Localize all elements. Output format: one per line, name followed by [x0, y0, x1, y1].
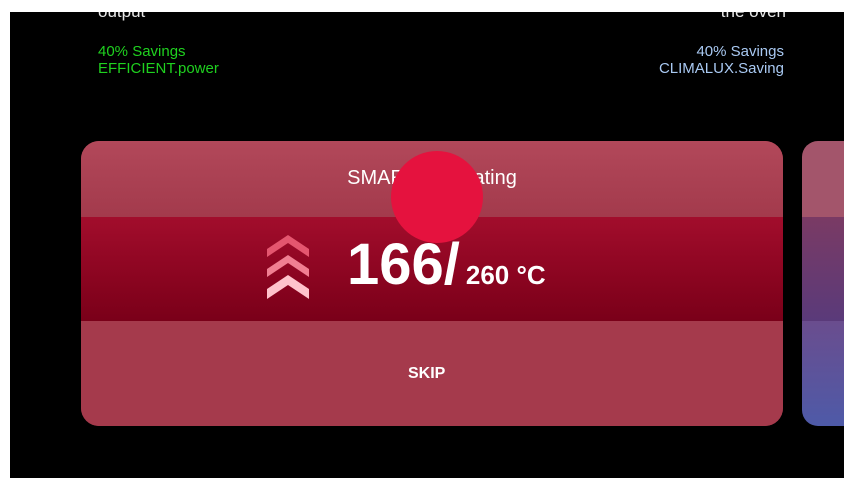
heating-up-chevrons-icon: [267, 235, 309, 299]
right-feature-info: 40% Savings CLIMALUX.Saving: [659, 43, 784, 77]
right-savings-text: 40% Savings: [696, 43, 784, 60]
left-feature-heading: output: [98, 12, 145, 22]
target-temperature: 260 °C: [465, 260, 546, 290]
next-card-peek[interactable]: [802, 141, 844, 426]
left-feature-info: 40% Savings EFFICIENT.power: [98, 43, 219, 77]
right-feature-heading: the oven: [721, 12, 786, 22]
touch-indicator: [391, 151, 483, 243]
right-feature-name: CLIMALUX.Saving: [658, 60, 784, 77]
oven-display-screen: output the oven 40% Savings EFFICIENT.po…: [10, 12, 844, 478]
card-footer: SKIP: [81, 321, 783, 426]
left-feature-name: EFFICIENT.power: [98, 60, 219, 77]
skip-button[interactable]: SKIP: [408, 365, 445, 383]
left-savings-text: 40% Savings: [98, 43, 186, 60]
